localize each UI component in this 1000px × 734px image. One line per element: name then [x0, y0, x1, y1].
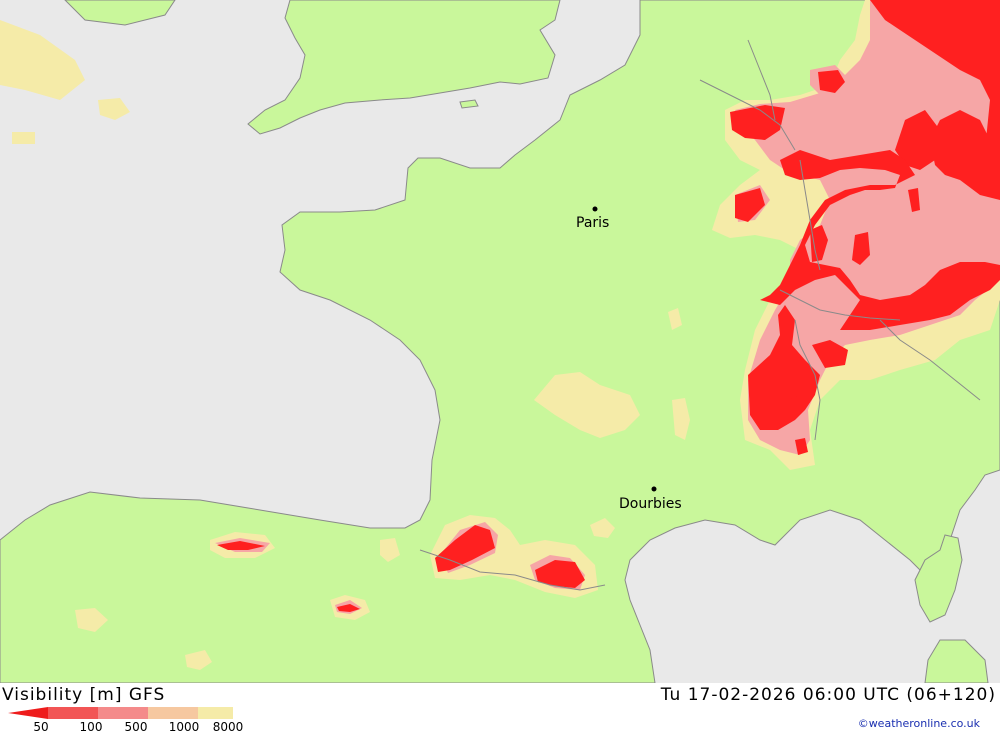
legend-label-50: 50 [33, 720, 49, 734]
map-timestamp: Tu 17-02-2026 06:00 UTC (06+120) [660, 685, 996, 705]
legend-label-1000: 1000 [168, 720, 200, 734]
city-dot-paris [592, 206, 598, 212]
city-label-dourbies: Dourbies [619, 496, 682, 512]
city-dot-dourbies [651, 486, 657, 492]
legend-swatch-100 [48, 707, 98, 719]
land-wight [459, 99, 479, 109]
legend: 50 100 500 1000 8000 [8, 707, 248, 734]
legend-label-100: 100 [79, 720, 103, 734]
legend-swatch-8000 [198, 707, 233, 719]
legend-label-500: 500 [124, 720, 148, 734]
legend-label-8000: 8000 [212, 720, 244, 734]
legend-arrow [8, 707, 233, 719]
legend-swatch-500 [98, 707, 148, 719]
credit-link[interactable]: ©weatheronline.co.uk [858, 717, 980, 730]
city-label-paris: Paris [576, 215, 609, 231]
legend-swatch-1000 [148, 707, 198, 719]
visibility-map: Paris Dourbies [0, 0, 1000, 683]
legend-swatch-50 [8, 707, 48, 719]
map-footer: Visibility [m] GFS Tu 17-02-2026 06:00 U… [0, 683, 1000, 734]
map-title: Visibility [m] GFS [2, 685, 166, 705]
